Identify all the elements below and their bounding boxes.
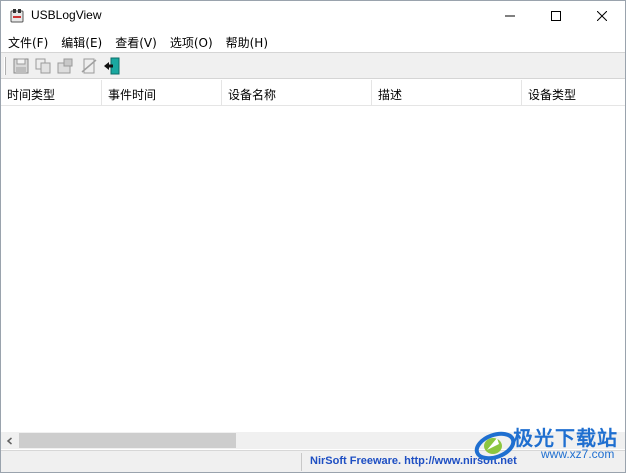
watermark-url: www.xz7.com <box>541 447 615 461</box>
watermark: 极光下载站 www.xz7.com <box>471 420 621 468</box>
watermark-logo-icon <box>474 431 516 461</box>
minimize-button[interactable] <box>487 1 533 31</box>
properties-icon <box>57 58 73 74</box>
exit-button[interactable] <box>102 56 122 76</box>
column-header-device-type[interactable]: 设备类型 <box>522 80 625 106</box>
save-icon <box>13 58 29 74</box>
list-header: 时间类型 事件时间 设备名称 描述 设备类型 <box>1 80 625 106</box>
minimize-icon <box>505 15 515 17</box>
menu-help[interactable]: 帮助(H) <box>219 31 274 51</box>
html-report-button[interactable] <box>79 56 99 76</box>
toolbar <box>1 52 625 79</box>
column-header-time-type[interactable]: 时间类型 <box>1 80 102 106</box>
menu-bar: 文件(F) 编辑(E) 查看(V) 选项(O) 帮助(H) <box>1 31 625 51</box>
column-header-event-time[interactable]: 事件时间 <box>102 80 222 106</box>
copy-button[interactable] <box>33 56 53 76</box>
scroll-left-button[interactable] <box>1 432 18 449</box>
toolbar-grip[interactable] <box>4 57 6 75</box>
menu-options[interactable]: 选项(O) <box>163 31 219 51</box>
exit-icon <box>104 57 120 75</box>
menu-view[interactable]: 查看(V) <box>108 31 163 51</box>
chevron-left-icon <box>6 436 12 445</box>
app-icon <box>9 8 25 24</box>
menu-file[interactable]: 文件(F) <box>1 31 54 51</box>
copy-icon <box>35 58 51 74</box>
column-header-device-name[interactable]: 设备名称 <box>222 80 372 106</box>
save-button[interactable] <box>11 56 31 76</box>
status-divider <box>301 453 302 471</box>
properties-button[interactable] <box>55 56 75 76</box>
log-list[interactable]: 时间类型 事件时间 设备名称 描述 设备类型 <box>1 80 625 432</box>
window-title: USBLogView <box>31 8 102 22</box>
menu-edit[interactable]: 编辑(E) <box>54 31 108 51</box>
scrollbar-thumb[interactable] <box>19 433 236 448</box>
close-icon <box>597 11 607 21</box>
html-report-icon <box>81 58 97 74</box>
maximize-icon <box>551 11 561 21</box>
close-button[interactable] <box>579 1 625 31</box>
title-bar[interactable]: USBLogView <box>1 1 625 31</box>
app-window: USBLogView 文件(F) 编辑(E) 查看(V) 选项(O) 帮助(H) <box>0 0 626 473</box>
column-header-description[interactable]: 描述 <box>372 80 522 106</box>
maximize-button[interactable] <box>533 1 579 31</box>
